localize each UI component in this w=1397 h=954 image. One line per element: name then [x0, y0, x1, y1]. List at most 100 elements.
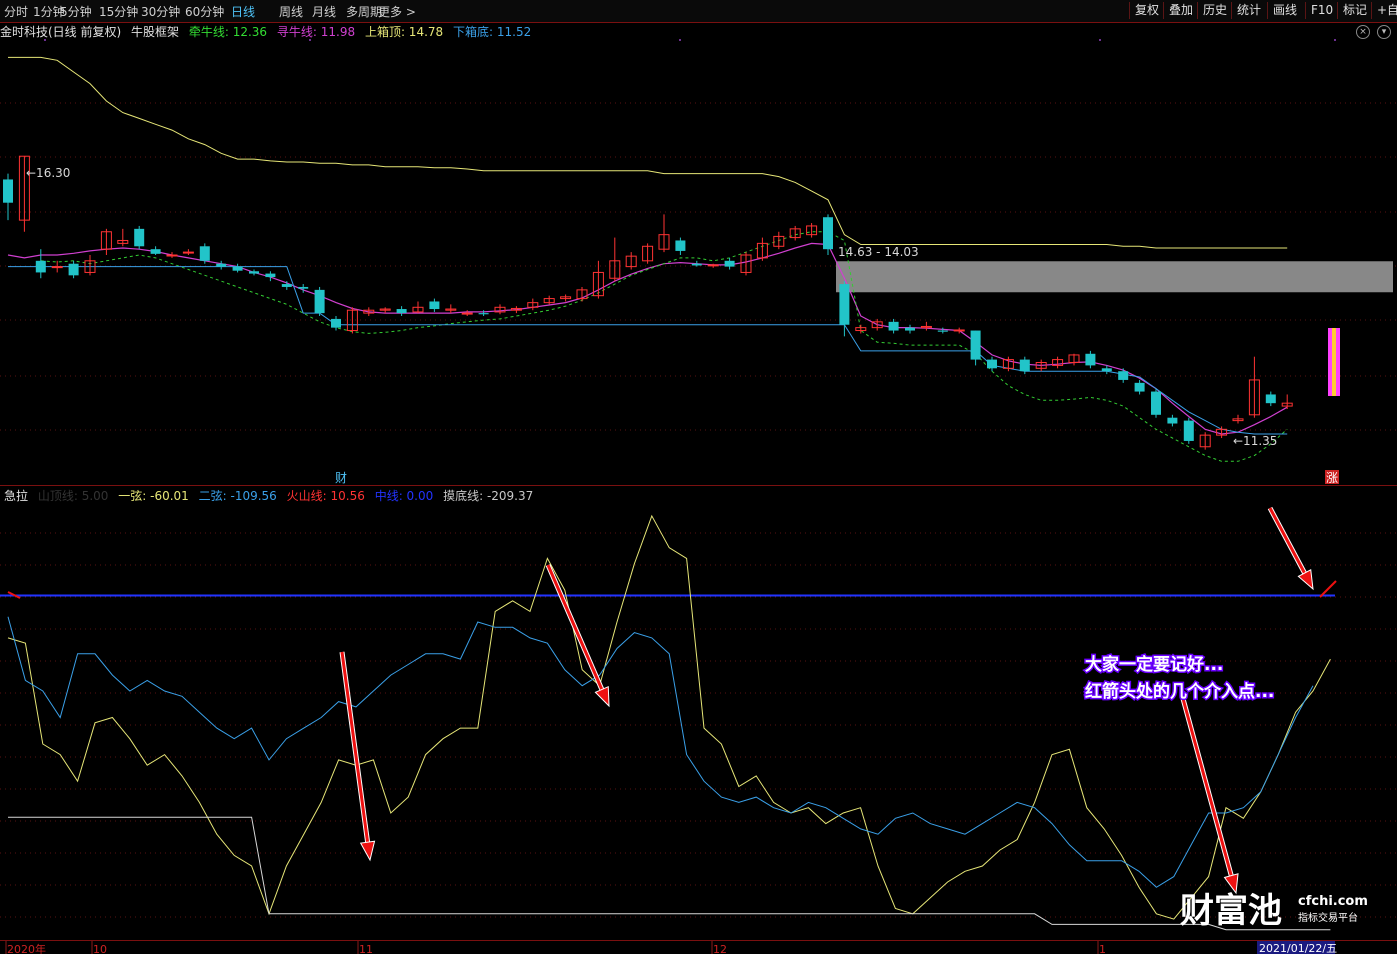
candle-body-up: [576, 289, 588, 300]
sub-indicator-bar: 急拉 山顶线: 5.00 一弦: -60.01 二弦: -109.56 火山线:…: [0, 487, 539, 503]
arrow-4-outline: [1179, 694, 1234, 877]
box-top-value: 上箱顶: 14.78: [364, 25, 444, 39]
sub-line-二弦: [7, 616, 1314, 888]
period-tab[interactable]: 更多 >: [378, 3, 416, 20]
toolbar-button[interactable]: 统计: [1231, 2, 1261, 19]
candle-body-up: [642, 245, 654, 262]
period-toolbar: 分时 1分钟 5分钟 15分钟 30分钟 60分钟 日线 周线 月线 多周期 更多 > 复权 叠加 历史统…: [0, 0, 1397, 23]
main-line-牵牛线: [7, 242, 1288, 435]
candle-body-up: [461, 312, 473, 315]
toolbar-button[interactable]: 标记: [1337, 2, 1367, 19]
period-tab[interactable]: 60分钟: [185, 3, 224, 20]
candle-body-down: [1265, 394, 1276, 404]
last-bar-stripe: [1332, 328, 1336, 396]
candle-body-up: [51, 266, 63, 269]
marker-dot: [679, 39, 681, 41]
low-price-label: ←11.35: [1233, 434, 1277, 448]
candle-body-down: [3, 179, 13, 203]
arrow-2-shaft: [546, 564, 604, 691]
sub-line-摸底线: [8, 816, 1331, 931]
bottom-line-value: 摸底线: -209.37: [443, 489, 534, 503]
candle-body-up: [445, 308, 457, 311]
chart-canvas[interactable]: ←16.30 ←11.35 14.63 - 14.03 财 涨大家一定要记好... 红箭头…: [0, 0, 1397, 954]
up-marker: 涨: [1326, 470, 1338, 485]
x-axis-label: 2020年: [7, 942, 46, 954]
period-tab[interactable]: 周线: [279, 3, 303, 20]
candle-body-up: [510, 307, 522, 311]
candle-body-down: [249, 271, 259, 274]
x-axis-label: 10: [93, 943, 107, 954]
candle-body-up: [1232, 418, 1244, 422]
candle-body-up: [920, 325, 932, 329]
candle-body-down: [429, 301, 440, 310]
candle-body-down: [823, 217, 833, 250]
stock-title[interactable]: 金时科技(日线 前复权): [0, 25, 121, 39]
box-bottom-value: 下箱底: 11.52: [453, 25, 532, 39]
candle-body-up: [379, 308, 391, 311]
marker-dot: [1334, 39, 1336, 41]
period-tab[interactable]: 分时: [4, 3, 28, 20]
candle-body-up: [18, 155, 30, 221]
candle-body-down: [331, 318, 341, 328]
toolbar-button[interactable]: 复权: [1129, 2, 1159, 19]
candle-body-down: [68, 263, 79, 276]
candle-body-down: [675, 240, 686, 251]
candle-body-down: [199, 246, 210, 261]
up-marker-bg: [1325, 470, 1339, 484]
indicator-name[interactable]: 牛股框架: [131, 25, 179, 39]
x-axis-label: 1: [1099, 943, 1106, 954]
arrow-4-shaft: [1180, 694, 1233, 877]
candle-body-down: [232, 266, 243, 271]
arrow-2-outline: [545, 564, 605, 691]
candle-body-down: [150, 249, 161, 254]
sub-indicator-name[interactable]: 急拉: [4, 489, 28, 503]
box-zone: [836, 261, 1393, 293]
arrow-3-head: [1297, 569, 1314, 591]
period-tab[interactable]: 5分钟: [60, 3, 92, 20]
high-price-label: ←16.30: [26, 166, 70, 180]
candle-body-down: [298, 286, 309, 289]
x-axis-label: 12: [713, 943, 727, 954]
note-line-1: 大家一定要记好...: [1085, 654, 1223, 675]
midline-value: 中线: 0.00: [374, 489, 434, 503]
candle-body-up: [560, 296, 572, 300]
candle-body-up: [740, 254, 752, 273]
candle-body-up: [84, 260, 96, 273]
toolbar-button[interactable]: 叠加: [1163, 2, 1193, 19]
period-tab[interactable]: 30分钟: [141, 3, 180, 20]
panel-menu-icon[interactable]: ▾: [1377, 25, 1391, 39]
candle-body-up: [363, 309, 375, 314]
candle-body-down: [1134, 382, 1145, 392]
candle-body-down: [970, 330, 981, 360]
candle-body-up: [707, 264, 719, 267]
main-line-寻牛线: [40, 231, 1288, 462]
period-tab[interactable]: 月线: [312, 3, 336, 20]
marker-dot: [309, 39, 311, 41]
arrow-1-head: [359, 840, 376, 862]
period-tab[interactable]: 日线: [231, 3, 255, 20]
candle-body-down: [1167, 417, 1178, 424]
candle-body-down: [839, 284, 850, 325]
candle-body-up: [527, 302, 539, 308]
candle-body-up: [182, 251, 194, 254]
period-tab[interactable]: 多周期: [346, 3, 382, 20]
note-text-group: 大家一定要记好... 红箭头处的几个介入点...: [1084, 653, 1276, 704]
main-line-下箱底: [8, 266, 1288, 435]
candle-body-down: [396, 309, 407, 314]
toolbar-button[interactable]: +自: [1371, 2, 1397, 19]
toolbar-button[interactable]: F10: [1305, 2, 1333, 19]
candle-body-down: [691, 263, 702, 266]
toolbar-button[interactable]: 历史: [1197, 2, 1227, 19]
panel-close-icon[interactable]: ×: [1356, 25, 1370, 39]
candle-body-up: [1035, 362, 1047, 369]
candle-body-up: [756, 242, 768, 259]
candle-body-up: [166, 254, 178, 257]
volcano-value: 火山线: 10.56: [286, 489, 365, 503]
cursor-date-bg: [1257, 941, 1335, 954]
watermark-name: 财富池: [1180, 891, 1282, 931]
candle-body-down: [1085, 353, 1096, 366]
arrow-2-head: [594, 685, 610, 708]
period-tab[interactable]: 15分钟: [99, 3, 138, 20]
toolbar-button[interactable]: 画线: [1267, 2, 1297, 19]
candle-body-down: [281, 284, 292, 287]
